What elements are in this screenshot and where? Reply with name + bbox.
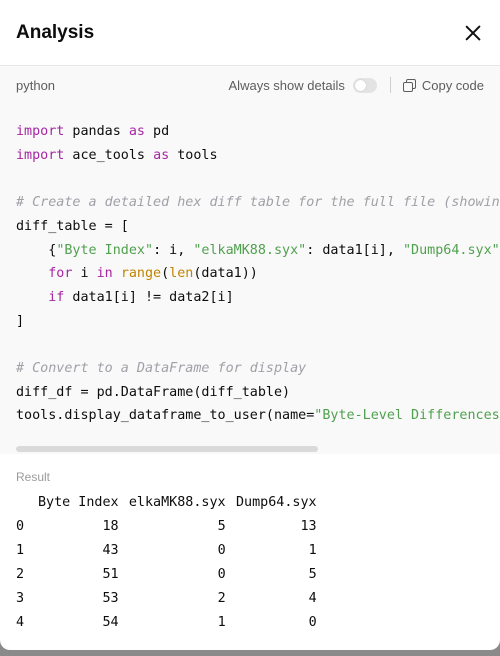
code-block: python Always show details Copy code imp… <box>0 66 500 454</box>
table-cell: 4 <box>16 614 25 630</box>
table-cell: 4 <box>308 590 317 606</box>
dialog-title: Analysis <box>16 21 95 43</box>
always-show-details-label: Always show details <box>228 77 345 93</box>
copy-code-label: Copy code <box>421 77 484 93</box>
code-line-13: tools.display_dataframe_to_user(name="By… <box>16 408 500 424</box>
code-language-label: python <box>16 77 56 93</box>
code-line-9: ] <box>16 313 25 329</box>
table-row: 2 51 0 5 <box>16 562 317 586</box>
result-section: Result Byte Index elkaMK88.syx Dump64.sy… <box>0 454 500 634</box>
result-table: Byte Index elkaMK88.syx Dump64.syx 0 18 … <box>16 490 317 634</box>
table-cell: 5 <box>308 566 317 582</box>
code-line-4: # Create a detailed hex diff table for t… <box>16 195 500 211</box>
table-cell: 18 <box>102 518 119 534</box>
table-cell: 0 <box>217 542 226 558</box>
analysis-dialog: Analysis python Always show details Copy… <box>0 0 500 650</box>
toolbar-divider <box>389 77 391 93</box>
dialog-header: Analysis <box>0 0 500 66</box>
table-cell: 43 <box>102 542 119 558</box>
table-row: 4 54 1 0 <box>16 610 317 634</box>
table-cell: 2 <box>16 566 25 582</box>
code-horizontal-scrollbar[interactable] <box>16 446 318 452</box>
table-cell: 1 <box>217 614 226 630</box>
code-line-7: for i in range(len(data1)) <box>48 266 258 282</box>
code-content[interactable]: import pandas as pd import ace_tools as … <box>0 104 500 428</box>
code-line-2: import ace_tools as tools <box>16 147 218 163</box>
table-cell: 53 <box>102 590 119 606</box>
table-cell: 0 <box>308 614 317 630</box>
table-header-cell: Byte Index <box>38 494 119 510</box>
close-icon[interactable] <box>464 24 482 42</box>
table-cell: 1 <box>308 542 317 558</box>
code-line-11: # Convert to a DataFrame for display <box>16 361 307 377</box>
toggle-knob <box>354 79 366 91</box>
table-header-cell: Dump64.syx <box>236 494 317 510</box>
table-cell: 0 <box>16 518 25 534</box>
code-line-12: diff_df = pd.DataFrame(diff_table) <box>16 384 291 400</box>
table-header-row: Byte Index elkaMK88.syx Dump64.syx <box>16 490 317 514</box>
copy-code-button[interactable]: Copy code <box>402 77 484 93</box>
code-line-5: diff_table = [ <box>16 218 129 234</box>
table-cell: 1 <box>16 542 25 558</box>
table-header-cell <box>16 490 38 514</box>
table-row: 3 53 2 4 <box>16 586 317 610</box>
table-cell: 51 <box>102 566 119 582</box>
copy-icon <box>402 78 416 92</box>
always-show-details-toggle[interactable] <box>352 77 377 93</box>
code-line-8: if data1[i] != data2[i] <box>48 289 234 305</box>
table-cell: 2 <box>217 590 226 606</box>
table-cell: 0 <box>217 566 226 582</box>
always-show-details-control[interactable]: Always show details <box>228 77 377 93</box>
code-line-1: import pandas as pd <box>16 124 170 139</box>
code-toolbar: python Always show details Copy code <box>0 66 500 104</box>
table-cell: 54 <box>102 614 119 630</box>
table-cell: 3 <box>16 590 25 606</box>
table-cell: 13 <box>300 518 317 534</box>
table-row: 0 18 5 13 <box>16 514 317 538</box>
table-cell: 5 <box>217 518 226 534</box>
result-label: Result <box>16 470 51 484</box>
table-row: 1 43 0 1 <box>16 538 317 562</box>
table-header-cell: elkaMK88.syx <box>128 494 226 510</box>
code-line-6: {"Byte Index": i, "elkaMK88.syx": data1[… <box>16 242 500 258</box>
